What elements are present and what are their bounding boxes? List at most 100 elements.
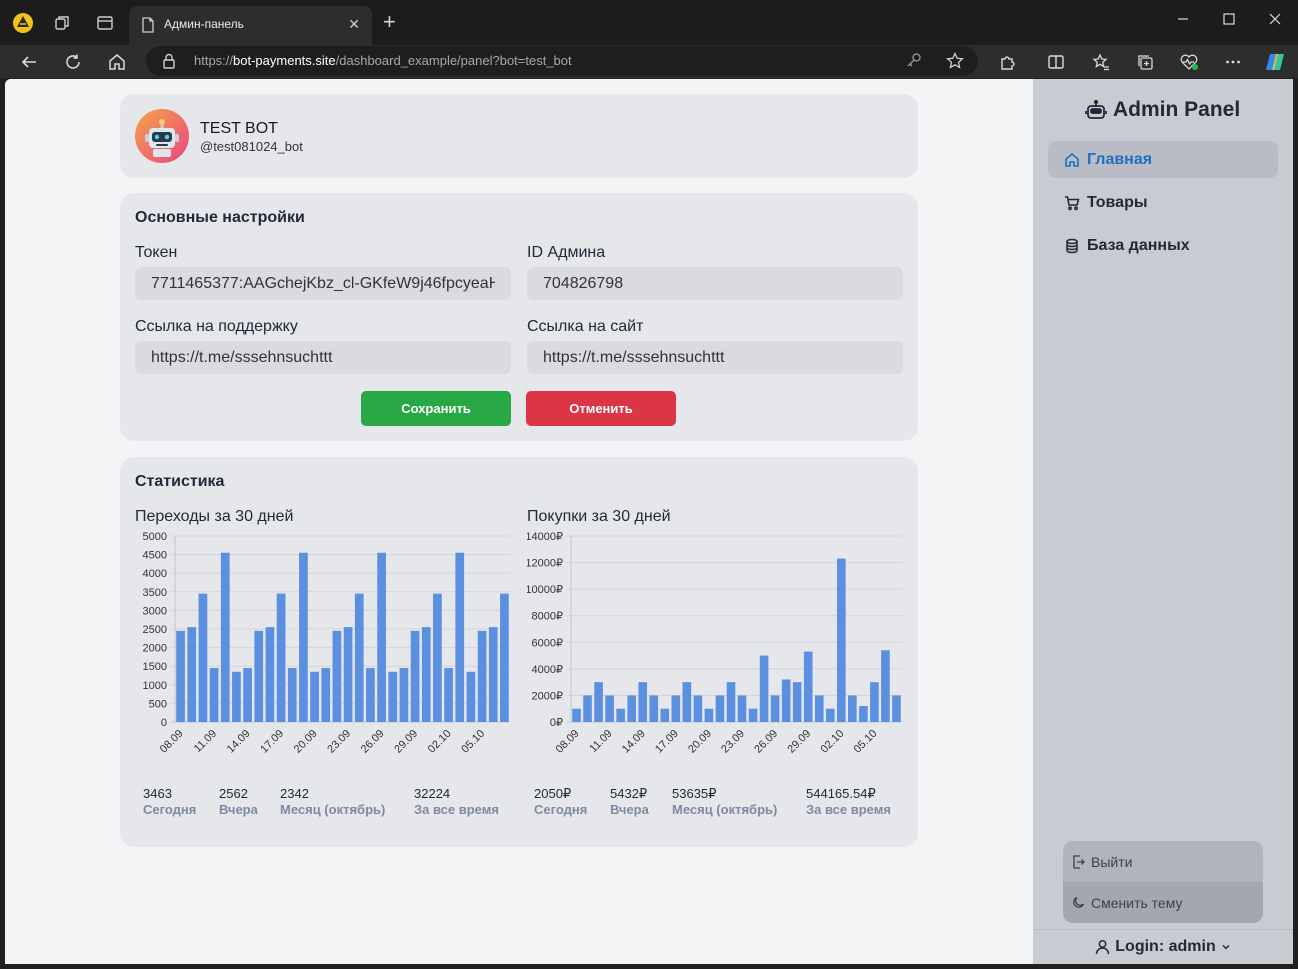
chart-bar — [881, 650, 890, 722]
profile-icon[interactable] — [12, 12, 34, 34]
x-tick-label: 29.09 — [392, 728, 420, 756]
support-link-input[interactable] — [135, 341, 511, 374]
site-link-label: Ссылка на сайт — [527, 318, 644, 335]
login-dropdown[interactable]: Login: admin — [1033, 929, 1293, 964]
cancel-button[interactable]: Отменить — [526, 391, 676, 426]
sidebar-item-products[interactable]: Товары — [1048, 184, 1278, 221]
more-menu-icon[interactable] — [1221, 50, 1245, 74]
maximize-icon[interactable] — [1222, 12, 1236, 31]
chart-bar — [500, 593, 509, 722]
favorite-star-icon[interactable] — [946, 51, 964, 75]
robot-icon — [1085, 100, 1107, 119]
chart-bar — [377, 552, 386, 722]
token-input[interactable] — [135, 267, 511, 300]
chart-bar — [444, 668, 453, 722]
chart-bar — [310, 671, 319, 722]
chart-bar — [583, 695, 592, 722]
extensions-icon[interactable] — [996, 50, 1020, 74]
database-icon — [1066, 238, 1078, 253]
chart-bar — [803, 651, 813, 722]
tab-close-icon[interactable]: ✕ — [348, 16, 360, 33]
sidebar-item-label: Товары — [1087, 193, 1148, 211]
x-tick-label: 17.09 — [258, 728, 286, 756]
chart-bar — [187, 627, 197, 722]
chart-bar — [627, 695, 636, 722]
visits-chart: 0 500 1000 1500 2000 2500 3000 3500 4000 4500 5000… — [143, 531, 510, 756]
new-tab-icon[interactable]: + — [383, 11, 396, 33]
chart-bar — [759, 655, 769, 722]
chart-bar — [715, 695, 725, 722]
chart-bar — [792, 682, 802, 722]
y-tick-label: 1000 — [143, 680, 167, 692]
y-tick-label: 2500 — [143, 624, 167, 636]
purchases-chart-title: Покупки за 30 дней — [527, 508, 671, 525]
purchases-all-label: За все время — [806, 802, 891, 817]
chart-bar — [649, 695, 659, 722]
key-icon[interactable] — [906, 52, 922, 73]
x-tick-label: 29.09 — [785, 728, 813, 756]
sidebar-item-home[interactable]: Главная — [1048, 141, 1278, 178]
vertical-tabs-icon[interactable] — [94, 12, 116, 34]
chart-bar — [399, 668, 409, 722]
copilot-icon[interactable] — [1263, 50, 1287, 74]
home-icon — [1065, 152, 1079, 167]
chart-bar — [825, 708, 835, 722]
admin-id-label: ID Админа — [527, 244, 606, 261]
site-link-input[interactable] — [527, 341, 903, 374]
lock-icon[interactable] — [162, 53, 176, 74]
chart-bar — [410, 630, 420, 722]
y-tick-label: 4500 — [143, 550, 167, 562]
chart-bar — [477, 630, 487, 722]
x-tick-label: 05.10 — [459, 728, 487, 756]
chart-bar — [343, 627, 353, 722]
chart-bar — [572, 708, 581, 722]
admin-id-input[interactable] — [527, 267, 903, 300]
visits-today-value: 3463 — [143, 786, 172, 801]
x-tick-label: 17.09 — [653, 728, 681, 756]
chart-bar — [321, 668, 331, 722]
chart-bar — [176, 630, 185, 722]
chart-bar — [265, 627, 275, 722]
chart-bar — [594, 682, 603, 722]
visits-all-value: 32224 — [414, 786, 451, 801]
home-icon[interactable] — [105, 50, 129, 74]
chart-bar — [848, 695, 857, 722]
chart-bar — [488, 627, 498, 722]
save-button[interactable]: Сохранить — [361, 391, 511, 426]
document-icon — [141, 17, 155, 38]
theme-toggle-button[interactable]: Сменить тему — [1063, 882, 1263, 923]
y-tick-label: 3000 — [143, 605, 167, 617]
workspaces-icon[interactable] — [52, 12, 74, 34]
collections-icon[interactable] — [1133, 50, 1157, 74]
chart-bar — [671, 695, 681, 722]
chart-bar — [466, 671, 476, 722]
chart-bar — [704, 708, 714, 722]
minimize-icon[interactable] — [1176, 12, 1190, 31]
back-icon[interactable] — [17, 50, 41, 74]
split-screen-icon[interactable] — [1044, 50, 1068, 74]
active-tab[interactable]: Админ-панель ✕ — [129, 6, 372, 45]
bot-handle: @test081024_bot — [200, 139, 303, 154]
x-tick-label: 20.09 — [686, 728, 714, 756]
sidebar-item-database[interactable]: База данных — [1048, 227, 1278, 264]
chart-bar — [892, 695, 901, 722]
x-tick-label: 23.09 — [325, 728, 353, 756]
visits-month-label: Месяц (октябрь) — [280, 802, 386, 817]
chart-bar — [276, 593, 286, 722]
url-text[interactable]: https://bot-payments.site/dashboard_exam… — [194, 53, 572, 68]
address-bar[interactable]: https://bot-payments.site/dashboard_exam… — [146, 46, 978, 76]
x-tick-label: 26.09 — [359, 728, 387, 756]
login-label: Login: admin — [1115, 938, 1216, 955]
browser-essentials-icon[interactable] — [1177, 50, 1201, 74]
x-tick-label: 26.09 — [752, 728, 780, 756]
y-tick-label: 12000₽ — [527, 558, 563, 570]
close-window-icon[interactable] — [1268, 12, 1282, 31]
y-tick-label: 8000₽ — [532, 611, 563, 623]
statistics-card: Статистика Переходы за 30 дней 0 500 1000 1… — [120, 457, 918, 847]
reload-icon[interactable] — [61, 50, 85, 74]
x-tick-label: 23.09 — [719, 728, 747, 756]
user-icon — [1096, 940, 1110, 955]
favorites-icon[interactable] — [1089, 50, 1113, 74]
chart-bar — [433, 593, 442, 722]
logout-button[interactable]: Выйти — [1063, 841, 1263, 882]
